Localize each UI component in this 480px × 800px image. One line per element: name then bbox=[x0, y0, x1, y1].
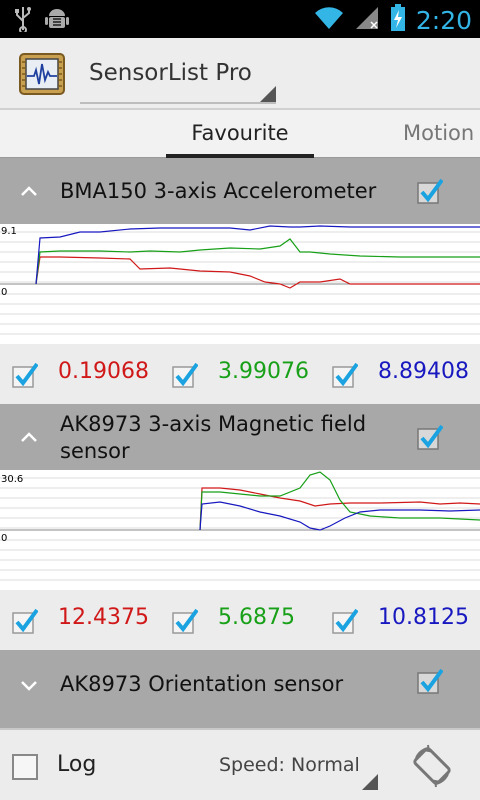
graph-zero-label: 0 bbox=[1, 287, 8, 298]
sensor-name: BMA150 3-axis Accelerometer bbox=[60, 179, 377, 203]
graph-accelerometer: 9.1 0 bbox=[0, 224, 480, 344]
sensor-header-accelerometer[interactable]: BMA150 3-axis Accelerometer bbox=[0, 158, 480, 224]
x-value: 12.4375 bbox=[58, 605, 149, 630]
dropdown-arrow-icon bbox=[362, 774, 378, 790]
screen-rotation-icon[interactable] bbox=[410, 744, 454, 788]
tab-bar: Favourite Motion bbox=[0, 110, 480, 158]
graph-magnetic-field-svg bbox=[0, 471, 480, 581]
bottom-bar: Log Speed: Normal bbox=[0, 728, 480, 800]
app-title: SensorList Pro bbox=[89, 60, 252, 86]
sensor-header-magnetic-field[interactable]: AK8973 3-axis Magnetic field sensor bbox=[0, 404, 480, 470]
status-bar: 2:20 bbox=[0, 0, 480, 38]
usb-icon bbox=[14, 6, 32, 36]
z-value: 10.8125 bbox=[378, 605, 469, 630]
clock: 2:20 bbox=[415, 5, 472, 35]
android-debug-icon bbox=[44, 6, 70, 36]
x-axis-checkbox[interactable] bbox=[12, 362, 39, 388]
tab-motion-label: Motion bbox=[403, 121, 475, 145]
sensor-name: AK8973 Orientation sensor bbox=[60, 672, 344, 696]
y-axis-checkbox[interactable] bbox=[172, 608, 199, 634]
tab-favourite[interactable]: Favourite bbox=[166, 110, 314, 158]
x-value: 0.19068 bbox=[58, 359, 149, 384]
chevron-up-icon[interactable] bbox=[18, 426, 40, 448]
speed-label: Speed: Normal bbox=[219, 754, 360, 776]
graph-zero-label: 0 bbox=[1, 533, 8, 544]
y-value: 3.99076 bbox=[218, 359, 309, 384]
sensor-header-orientation[interactable]: AK8973 Orientation sensor bbox=[0, 650, 480, 728]
app-title-dropdown[interactable]: SensorList Pro bbox=[80, 50, 276, 104]
speed-dropdown[interactable]: Speed: Normal bbox=[218, 746, 378, 790]
log-label: Log bbox=[57, 752, 97, 777]
sensor-name: AK8973 3-axis Magnetic field sensor bbox=[60, 412, 367, 463]
wifi-icon bbox=[314, 5, 344, 35]
battery-charging-icon bbox=[390, 4, 406, 36]
favourite-checkbox[interactable] bbox=[417, 424, 444, 450]
graph-max-label: 9.1 bbox=[1, 226, 17, 237]
signal-icon bbox=[354, 5, 380, 35]
log-checkbox[interactable] bbox=[12, 754, 38, 780]
graph-magnetic-field: 30.6 0 bbox=[0, 470, 480, 590]
y-value: 5.6875 bbox=[218, 605, 295, 630]
z-value: 8.89408 bbox=[378, 359, 469, 384]
sensor-waveform-icon[interactable] bbox=[18, 52, 66, 96]
z-axis-checkbox[interactable] bbox=[332, 608, 359, 634]
values-row-accelerometer: 0.19068 3.99076 8.89408 bbox=[0, 344, 480, 404]
y-axis-checkbox[interactable] bbox=[172, 362, 199, 388]
tab-motion[interactable]: Motion bbox=[403, 110, 474, 156]
graph-accelerometer-svg bbox=[0, 225, 480, 335]
z-axis-checkbox[interactable] bbox=[332, 362, 359, 388]
chevron-up-icon[interactable] bbox=[18, 180, 40, 202]
chevron-down-icon[interactable] bbox=[18, 674, 40, 696]
tab-favourite-label: Favourite bbox=[191, 121, 289, 145]
dropdown-arrow-icon bbox=[260, 86, 276, 102]
favourite-checkbox[interactable] bbox=[417, 668, 444, 694]
x-axis-checkbox[interactable] bbox=[12, 608, 39, 634]
action-bar: SensorList Pro bbox=[0, 38, 480, 110]
favourite-checkbox[interactable] bbox=[417, 178, 444, 204]
values-row-magnetic-field: 12.4375 5.6875 10.8125 bbox=[0, 590, 480, 650]
graph-max-label: 30.6 bbox=[1, 474, 24, 485]
